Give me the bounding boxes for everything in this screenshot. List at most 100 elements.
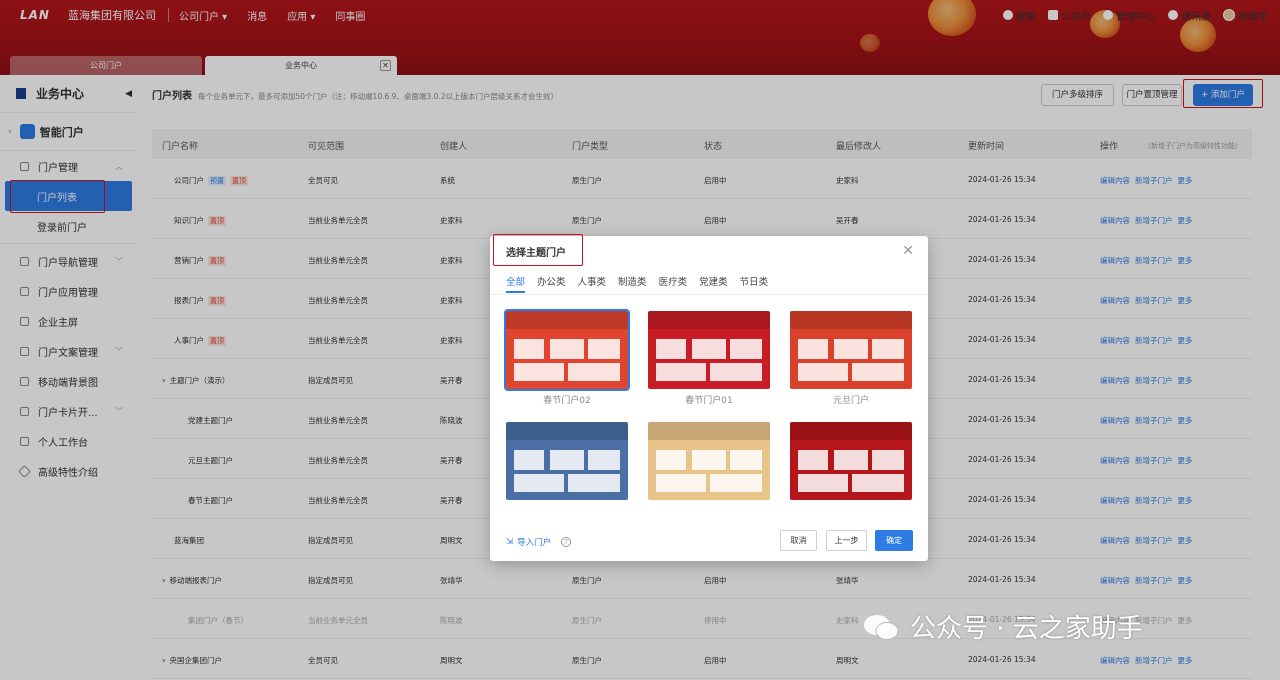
add-child-portal-link[interactable]: 新增子门户 <box>1135 416 1173 425</box>
cell-scope: 当前业务单元全员 <box>308 216 368 225</box>
more-link[interactable]: 更多 <box>1178 656 1193 665</box>
admin-center-button[interactable]: 管理中心 <box>1103 8 1156 23</box>
table-row[interactable]: ▾ 央国企集团门户 全员可见 周明文 原生门户 启用中 周明文 2024-01-26 15:3… <box>152 639 1252 679</box>
more-link[interactable]: 更多 <box>1178 616 1193 625</box>
template-card[interactable] <box>648 311 770 389</box>
edit-content-link[interactable]: 编辑内容 <box>1100 496 1130 505</box>
template-card[interactable] <box>504 309 630 391</box>
template-card[interactable] <box>790 422 912 500</box>
search-button[interactable]: 搜索 <box>1003 8 1036 23</box>
help-icon[interactable]: ? <box>561 537 572 547</box>
cell-type: 原生门户 <box>572 616 602 625</box>
more-link[interactable]: 更多 <box>1178 536 1193 545</box>
nav-messages[interactable]: 消息 <box>247 8 267 23</box>
import-portal-link[interactable]: ⇲ 导入门户 ? <box>506 536 572 548</box>
sidebar-item-workspace[interactable]: 个人工作台 <box>0 426 137 456</box>
expand-icon[interactable]: ▾ <box>162 577 166 585</box>
edit-content-link[interactable]: 编辑内容 <box>1100 576 1130 585</box>
sidebar-item-mobile-bg[interactable]: 移动端背景图 <box>0 366 137 396</box>
edit-content-link[interactable]: 编辑内容 <box>1100 216 1130 225</box>
confirm-button[interactable]: 确定 <box>875 530 913 551</box>
template-card[interactable] <box>790 311 912 389</box>
sidebar-item-apps[interactable]: 门户应用管理 <box>0 276 137 306</box>
sidebar-item-advanced[interactable]: 高级特性介绍 <box>0 456 137 486</box>
tab-festival[interactable]: 节日类 <box>740 274 769 293</box>
add-child-portal-link[interactable]: 新增子门户 <box>1135 256 1173 265</box>
more-link[interactable]: 更多 <box>1178 576 1193 585</box>
nav-apps[interactable]: 应用 ▾ <box>287 8 315 23</box>
tab-party[interactable]: 党建类 <box>699 274 728 293</box>
edit-content-link[interactable]: 编辑内容 <box>1100 296 1130 305</box>
more-link[interactable]: 更多 <box>1178 296 1193 305</box>
add-child-portal-link[interactable]: 新增子门户 <box>1135 536 1173 545</box>
table-row[interactable]: 公司门户 预置 置顶 全员可见 系统 原生门户 启用中 史家科 2024-01-26 15:34… <box>152 159 1252 199</box>
sidebar-item-login-portal[interactable]: 登录前门户 <box>5 211 132 241</box>
previous-button[interactable]: 上一步 <box>826 530 867 551</box>
template-card[interactable] <box>648 422 770 500</box>
logo[interactable]: LAN <box>20 8 50 22</box>
tab-company-portal-label: 公司门户 <box>90 61 122 70</box>
tab-medical[interactable]: 医疗类 <box>659 274 688 293</box>
add-child-portal-link[interactable]: 新增子门户 <box>1135 656 1173 665</box>
more-link[interactable]: 更多 <box>1178 336 1193 345</box>
diamond-icon <box>18 464 31 478</box>
company-name[interactable]: 蓝海集团有限公司 <box>68 7 156 23</box>
tab-company-portal[interactable]: 公司门户 <box>10 56 202 75</box>
close-icon[interactable]: ✕ <box>380 60 391 71</box>
add-child-portal-link[interactable]: 新增子门户 <box>1135 376 1173 385</box>
edit-content-link[interactable]: 编辑内容 <box>1100 456 1130 465</box>
cell-scope: 指定成员可见 <box>308 576 353 585</box>
more-link[interactable]: 更多 <box>1178 176 1193 185</box>
edit-content-link[interactable]: 编辑内容 <box>1100 536 1130 545</box>
sidebar-item-main-screen[interactable]: 企业主屏 <box>0 306 137 336</box>
col-modifier: 最后修改人 <box>836 142 882 152</box>
add-child-portal-link[interactable]: 新增子门户 <box>1135 576 1173 585</box>
template-card[interactable] <box>506 422 628 500</box>
public-account-button[interactable]: 公共号 <box>1048 8 1091 23</box>
sidebar-item-portal-management[interactable]: 门户管理 ︿ <box>0 151 137 181</box>
more-link[interactable]: 更多 <box>1178 216 1193 225</box>
more-link[interactable]: 更多 <box>1178 376 1193 385</box>
user-menu[interactable]: 杨瀚宇 <box>1223 8 1268 23</box>
portal-sort-button[interactable]: 门户多级排序 <box>1041 84 1114 106</box>
edit-content-link[interactable]: 编辑内容 <box>1100 656 1130 665</box>
table-row[interactable]: 知识门户 置顶 当前业务单元全员 史家科 原生门户 启用中 吴开春 2024-01-26 15… <box>152 199 1252 239</box>
more-link[interactable]: 更多 <box>1178 496 1193 505</box>
edit-content-link[interactable]: 编辑内容 <box>1100 256 1130 265</box>
cell-time: 2024-01-26 15:34 <box>968 655 1036 664</box>
sidebar-app[interactable]: ‹ 智能门户 <box>0 113 137 151</box>
collapse-sidebar-icon[interactable]: ◀ <box>125 89 132 99</box>
tab-business-center[interactable]: 业务中心 ✕ <box>205 56 397 75</box>
sidebar-item-cards[interactable]: 门户卡片开... ﹀ <box>0 396 137 426</box>
sidebar-item-copywriting[interactable]: 门户文案管理 ﹀ <box>0 336 137 366</box>
cancel-button[interactable]: 取消 <box>780 530 817 551</box>
close-icon[interactable]: ✕ <box>902 243 914 259</box>
add-child-portal-link[interactable]: 新增子门户 <box>1135 336 1173 345</box>
add-child-portal-link[interactable]: 新增子门户 <box>1135 456 1173 465</box>
edit-content-link[interactable]: 编辑内容 <box>1100 416 1130 425</box>
expand-icon[interactable]: ▾ <box>162 377 166 385</box>
tab-office[interactable]: 办公类 <box>537 274 566 293</box>
more-link[interactable]: 更多 <box>1178 416 1193 425</box>
add-child-portal-link[interactable]: 新增子门户 <box>1135 296 1173 305</box>
expand-icon[interactable]: ▾ <box>162 657 166 665</box>
portal-top-button[interactable]: 门户置顶管理 <box>1122 84 1182 106</box>
tab-all[interactable]: 全部 <box>506 274 526 293</box>
edit-content-link[interactable]: 编辑内容 <box>1100 176 1130 185</box>
back-chevron-icon[interactable]: ‹ <box>8 127 12 137</box>
avatar <box>1223 9 1235 21</box>
add-child-portal-link[interactable]: 新增子门户 <box>1135 496 1173 505</box>
add-child-portal-link[interactable]: 新增子门户 <box>1135 216 1173 225</box>
nav-company-portal[interactable]: 公司门户 ▾ <box>179 8 227 23</box>
edit-content-link[interactable]: 编辑内容 <box>1100 376 1130 385</box>
more-link[interactable]: 更多 <box>1178 456 1193 465</box>
tab-manufacturing[interactable]: 制造类 <box>618 274 647 293</box>
nav-colleagues[interactable]: 同事圈 <box>335 8 365 23</box>
tab-hr[interactable]: 人事类 <box>578 274 607 293</box>
table-row[interactable]: ▾ 移动端报表门户 指定成员可见 张靖华 原生门户 启用中 张靖华 2024-01-26 15… <box>152 559 1252 599</box>
contacts-button[interactable]: 通讯录 <box>1168 8 1211 23</box>
edit-content-link[interactable]: 编辑内容 <box>1100 336 1130 345</box>
sidebar-item-navigation[interactable]: 门户导航管理 ﹀ <box>0 246 137 276</box>
more-link[interactable]: 更多 <box>1178 256 1193 265</box>
add-child-portal-link[interactable]: 新增子门户 <box>1135 176 1173 185</box>
